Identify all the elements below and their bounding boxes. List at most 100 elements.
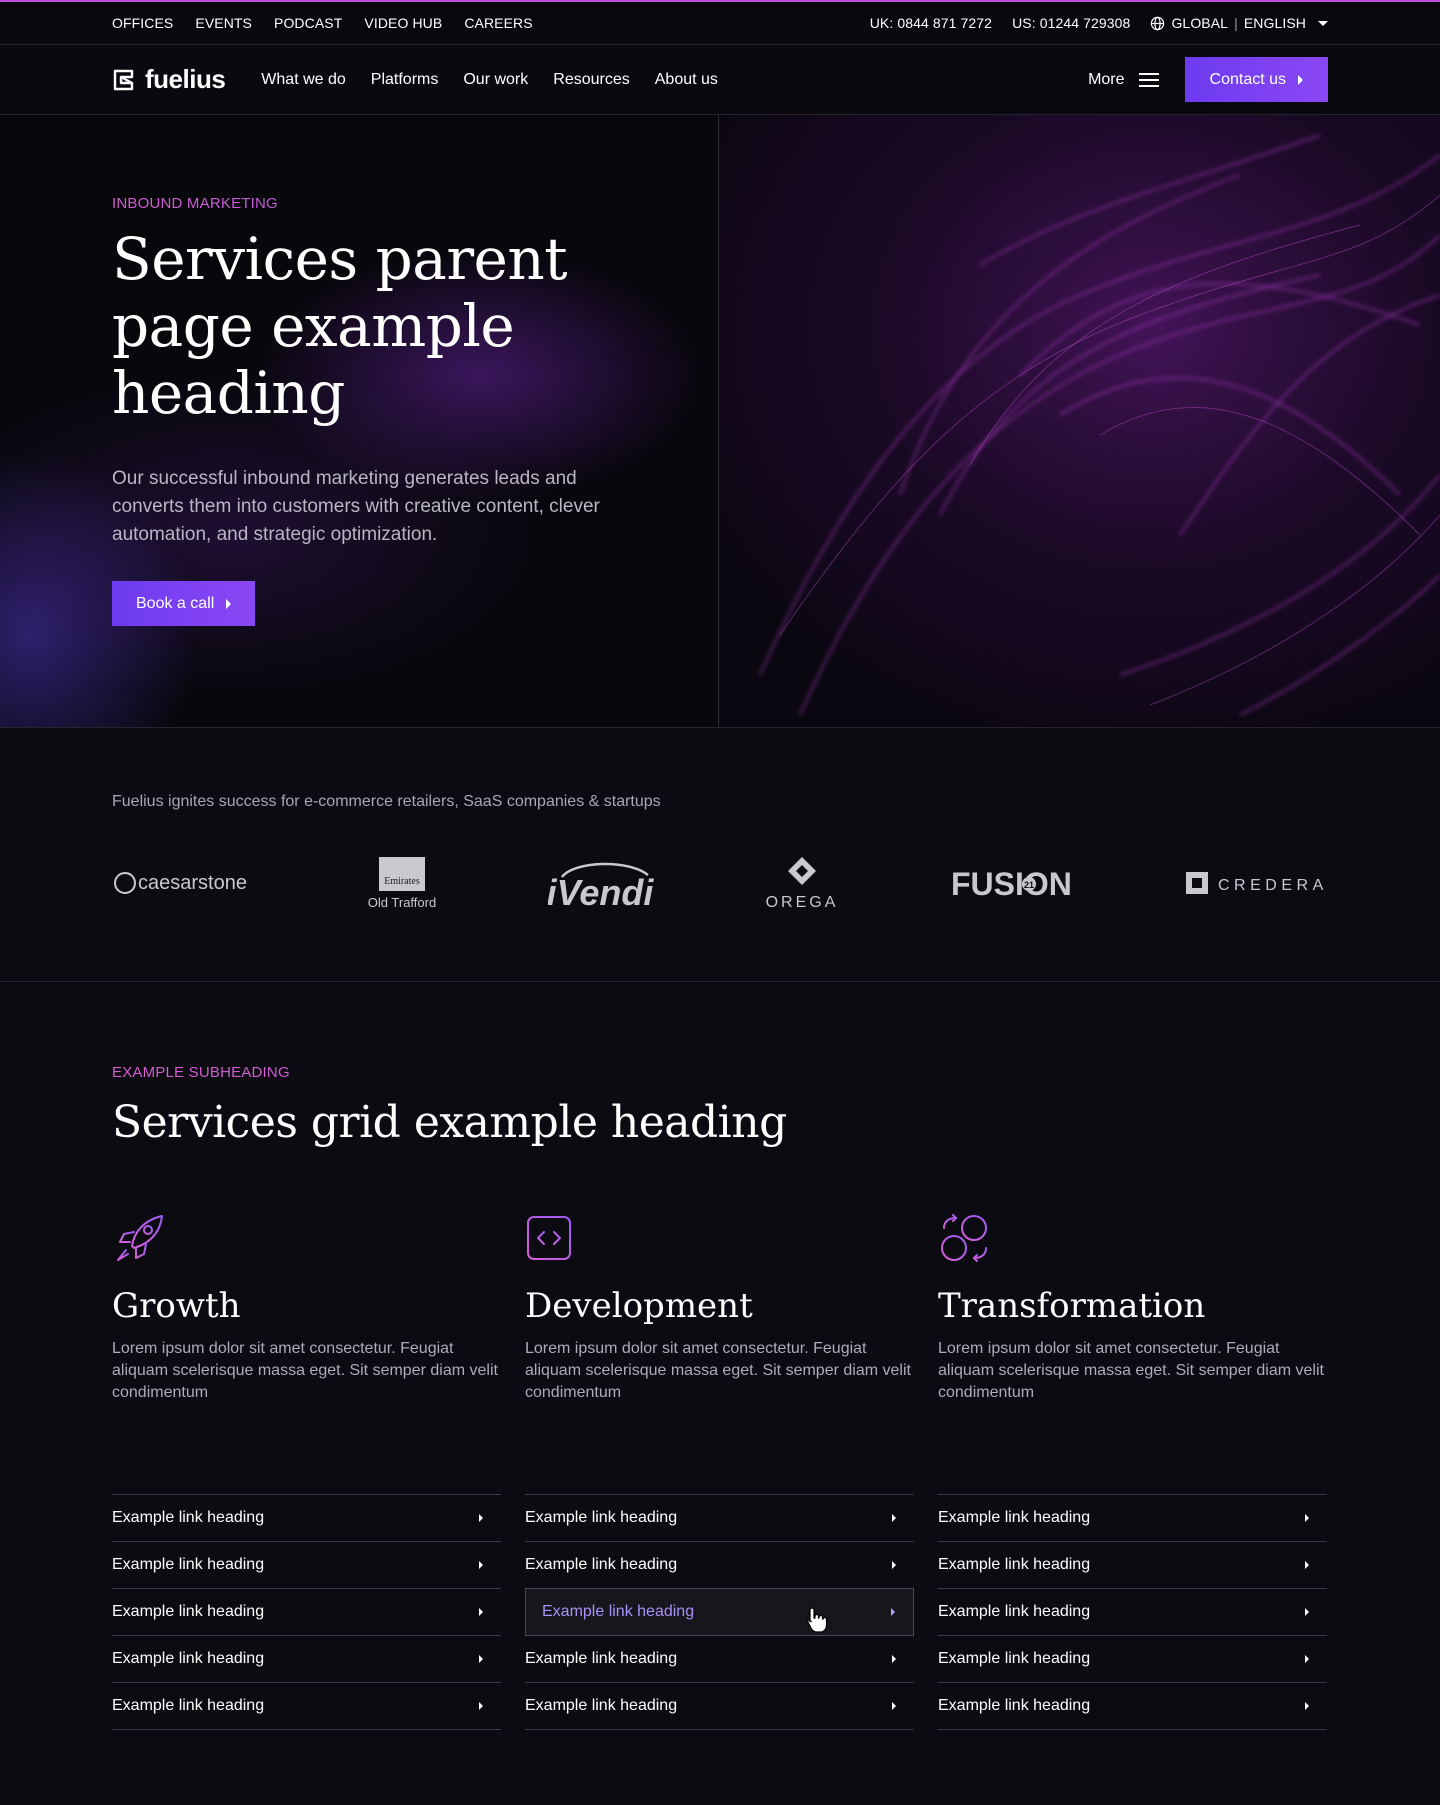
nav-actions: More Contact us xyxy=(1088,57,1328,102)
service-link[interactable]: Example link heading xyxy=(938,1542,1327,1589)
book-a-call-button[interactable]: Book a call xyxy=(112,581,256,626)
service-link[interactable]: Example link heading xyxy=(938,1636,1327,1683)
chevron-right-icon xyxy=(1305,1514,1309,1522)
nav-about-us[interactable]: About us xyxy=(655,71,718,89)
utility-bar: OFFICES EVENTS PODCAST VIDEO HUB CAREERS… xyxy=(0,0,1440,45)
chevron-right-icon xyxy=(892,1702,896,1710)
hamburger-icon xyxy=(1138,72,1159,87)
svg-text:iVendi: iVendi xyxy=(548,872,654,911)
chevron-right-icon xyxy=(1305,1561,1309,1569)
service-link-label: Example link heading xyxy=(525,1650,678,1667)
globe-icon xyxy=(1151,16,1165,30)
hand-pointer-cursor-icon xyxy=(807,1607,828,1633)
chevron-right-icon xyxy=(479,1561,483,1569)
service-link-label: Example link heading xyxy=(938,1603,1091,1620)
chevron-right-icon xyxy=(1298,74,1303,85)
service-title-development: Development xyxy=(525,1286,753,1326)
nav-what-we-do[interactable]: What we do xyxy=(261,71,345,89)
svg-text:21: 21 xyxy=(1024,880,1034,890)
service-link-label: Example link heading xyxy=(525,1556,678,1573)
utility-link-events[interactable]: EVENTS xyxy=(195,15,252,31)
service-link[interactable]: Example link heading xyxy=(112,1542,501,1589)
service-column-growth: Growth Lorem ipsum dolor sit amet consec… xyxy=(112,1212,501,1730)
service-link-label: Example link heading xyxy=(525,1509,678,1526)
language-divider: | xyxy=(1234,15,1238,31)
chevron-right-icon xyxy=(892,1655,896,1663)
client-logos-section: Fuelius ignites success for e-commerce r… xyxy=(0,728,1440,982)
language-selector[interactable]: GLOBAL | ENGLISH xyxy=(1150,15,1328,31)
chevron-down-icon xyxy=(1318,20,1328,26)
service-desc-development: Lorem ipsum dolor sit amet consectetur. … xyxy=(525,1340,911,1401)
hero-eyebrow: INBOUND MARKETING xyxy=(112,195,632,212)
chevron-right-icon xyxy=(479,1608,483,1616)
more-menu-button[interactable]: More xyxy=(1088,70,1159,89)
service-link[interactable]: Example link heading xyxy=(938,1495,1327,1542)
svg-text:CREDERA: CREDERA xyxy=(1218,877,1328,894)
service-link[interactable]: Example link heading xyxy=(112,1636,501,1683)
service-link[interactable]: Example link heading xyxy=(112,1495,501,1542)
service-link-label: Example link heading xyxy=(112,1697,265,1714)
utility-right: UK: 0844 871 7272 US: 01244 729308 GLOBA… xyxy=(870,15,1328,31)
caesarstone-logo: caesarstone xyxy=(112,868,256,898)
service-link[interactable]: Example link heading xyxy=(112,1683,501,1730)
main-navigation: fuelius What we do Platforms Our work Re… xyxy=(0,45,1440,115)
chevron-right-icon xyxy=(892,1561,896,1569)
service-title-growth: Growth xyxy=(112,1286,241,1326)
phone-us[interactable]: US: 01244 729308 xyxy=(1012,15,1130,31)
ivendi-logo: iVendi xyxy=(548,855,654,911)
nav-our-work[interactable]: Our work xyxy=(463,71,528,89)
service-title-transformation: Transformation xyxy=(938,1286,1206,1326)
hero-text-panel: INBOUND MARKETING Services parent page e… xyxy=(0,115,719,727)
client-logo-row: caesarstone Emirates Old Trafford iVendi xyxy=(112,853,1328,913)
phone-uk[interactable]: UK: 0844 871 7272 xyxy=(870,15,992,31)
service-links-development: Example link heading Example link headin… xyxy=(525,1494,914,1730)
book-a-call-label: Book a call xyxy=(136,594,215,612)
more-label: More xyxy=(1088,70,1125,88)
service-link[interactable]: Example link heading xyxy=(112,1589,501,1636)
service-link[interactable]: Example link heading xyxy=(525,1542,914,1589)
primary-nav-links: What we do Platforms Our work Resources … xyxy=(261,71,718,89)
service-desc-transformation: Lorem ipsum dolor sit amet consectetur. … xyxy=(938,1340,1324,1401)
contact-us-button[interactable]: Contact us xyxy=(1184,57,1328,102)
service-link[interactable]: Example link heading xyxy=(938,1589,1327,1636)
service-link-label: Example link heading xyxy=(112,1603,265,1620)
chevron-right-icon xyxy=(1305,1702,1309,1710)
nav-resources[interactable]: Resources xyxy=(553,71,629,89)
service-link-hovered[interactable]: Example link heading xyxy=(525,1588,914,1636)
service-link[interactable]: Example link heading xyxy=(525,1636,914,1683)
services-grid-section: EXAMPLE SUBHEADING Services grid example… xyxy=(0,982,1440,1730)
svg-text:Old Trafford: Old Trafford xyxy=(368,895,436,910)
svg-text:caesarstone: caesarstone xyxy=(138,872,247,894)
region-label: GLOBAL xyxy=(1171,15,1229,31)
chevron-right-icon xyxy=(479,1655,483,1663)
hero-section: INBOUND MARKETING Services parent page e… xyxy=(0,115,1440,728)
chevron-right-icon xyxy=(479,1702,483,1710)
service-desc-growth: Lorem ipsum dolor sit amet consectetur. … xyxy=(112,1340,498,1401)
brand-logo[interactable]: fuelius xyxy=(112,64,226,95)
service-link[interactable]: Example link heading xyxy=(525,1683,914,1730)
service-link-label: Example link heading xyxy=(525,1697,678,1714)
chevron-right-icon xyxy=(1305,1608,1309,1616)
rocket-icon xyxy=(117,1215,163,1261)
utility-link-offices[interactable]: OFFICES xyxy=(112,15,173,31)
service-link-label: Example link heading xyxy=(112,1650,265,1667)
service-link[interactable]: Example link heading xyxy=(938,1683,1327,1730)
services-eyebrow: EXAMPLE SUBHEADING xyxy=(112,1064,1328,1081)
utility-link-podcast[interactable]: PODCAST xyxy=(274,15,342,31)
orega-logo: OREGA xyxy=(764,855,840,911)
service-link-label: Example link heading xyxy=(938,1650,1091,1667)
services-heading: Services grid example heading xyxy=(112,1097,787,1148)
chevron-right-icon xyxy=(891,1608,895,1616)
service-column-transformation: Transformation Lorem ipsum dolor sit ame… xyxy=(938,1212,1327,1730)
fuelius-logo-icon xyxy=(113,69,134,90)
hero-lead: Our successful inbound marketing generat… xyxy=(112,468,600,545)
transform-icon xyxy=(941,1214,987,1262)
utility-link-careers[interactable]: CAREERS xyxy=(464,15,532,31)
emirates-old-trafford-logo: Emirates Old Trafford xyxy=(367,855,437,911)
service-column-development: Development Lorem ipsum dolor sit amet c… xyxy=(525,1212,914,1730)
service-link[interactable]: Example link heading xyxy=(525,1495,914,1542)
fusion21-logo: FUSION 21 xyxy=(951,863,1075,903)
nav-platforms[interactable]: Platforms xyxy=(371,71,439,89)
hero-heading: Services parent page example heading xyxy=(112,225,568,427)
utility-link-video-hub[interactable]: VIDEO HUB xyxy=(364,15,442,31)
